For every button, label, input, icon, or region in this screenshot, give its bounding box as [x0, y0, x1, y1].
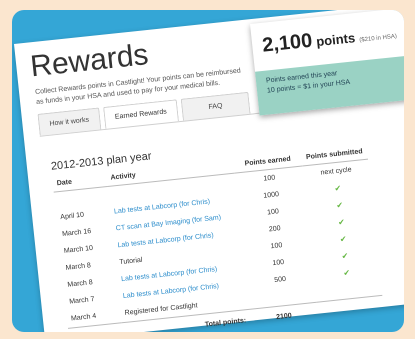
hsa-amount: ($210 in HSA)	[359, 33, 398, 44]
points-total: 2,100	[261, 29, 314, 57]
points-summary-box: 2,100 points ($210 in HSA) Points earned…	[250, 10, 404, 116]
tab-how-it-works[interactable]: How it works	[37, 107, 102, 136]
points-unit: points	[315, 30, 356, 50]
screenshot-frame: Rewards Collect Rewards points in Castli…	[12, 10, 404, 332]
rewards-table: Date Activity Points earned Points submi…	[52, 145, 385, 332]
